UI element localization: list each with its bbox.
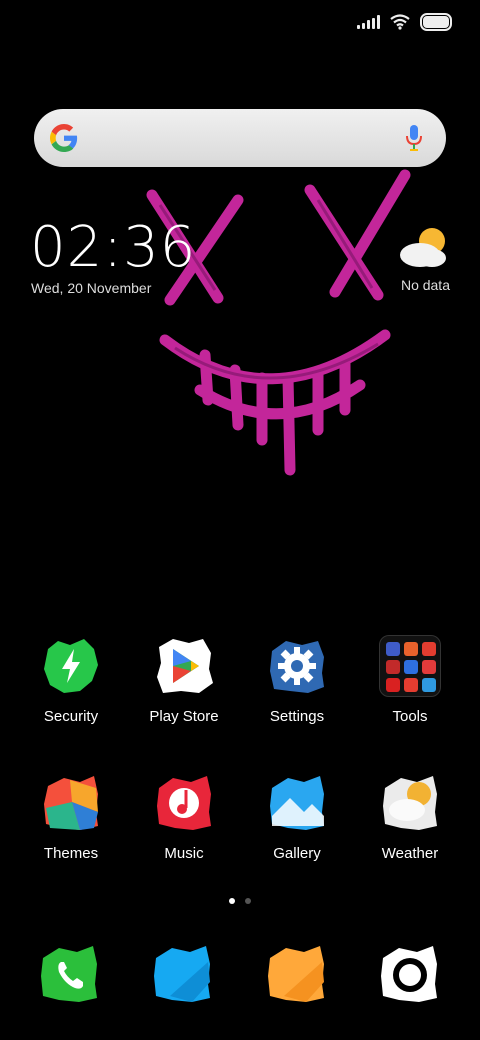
dock-camera[interactable]: [375, 940, 445, 1010]
app-settings[interactable]: Settings: [242, 634, 352, 725]
app-label: Security: [43, 708, 99, 725]
dock-phone[interactable]: [35, 940, 105, 1010]
app-label: Settings: [269, 708, 325, 725]
clock-time[interactable]: 02:36: [30, 218, 196, 278]
app-play-store[interactable]: Play Store: [129, 634, 239, 725]
partly-cloudy-icon: [400, 228, 446, 267]
app-label: Tools: [392, 708, 428, 725]
google-g-logo: [50, 124, 78, 152]
app-music[interactable]: Music: [129, 771, 239, 862]
status-bar: [357, 10, 452, 34]
app-label: Music: [164, 845, 204, 862]
play-store-icon: [152, 634, 216, 698]
browser-icon: [268, 946, 324, 1002]
app-tools-folder[interactable]: Tools: [355, 634, 465, 725]
security-bolt-icon: [39, 634, 103, 698]
themes-icon: [39, 771, 103, 835]
music-note-icon: [152, 771, 216, 835]
app-label: Weather: [381, 845, 439, 862]
wifi-icon: [390, 14, 410, 30]
weather-status-text: No data: [400, 277, 450, 293]
weather-icon: [378, 771, 442, 835]
clock-date[interactable]: Wed, 20 November: [31, 280, 151, 296]
gallery-icon: [265, 771, 329, 835]
app-label: Gallery: [273, 845, 321, 862]
messages-icon: [154, 946, 210, 1002]
signal-bars-icon: [357, 15, 380, 29]
camera-icon: [381, 946, 437, 1002]
google-search-bar[interactable]: [34, 109, 446, 167]
app-weather[interactable]: Weather: [355, 771, 465, 862]
dock-messages[interactable]: [148, 940, 218, 1010]
page-dot[interactable]: [245, 898, 251, 904]
app-label: Play Store: [149, 708, 219, 725]
weather-widget[interactable]: No data: [390, 225, 450, 293]
dock-browser[interactable]: [262, 940, 332, 1010]
home-screen: 02:36 Wed, 20 November No data Security: [0, 0, 480, 1040]
page-indicator: [0, 898, 480, 904]
battery-icon: [420, 13, 452, 31]
page-dot-active[interactable]: [229, 898, 235, 904]
mic-icon[interactable]: [404, 124, 424, 152]
phone-icon: [41, 946, 97, 1002]
app-label: Themes: [43, 845, 99, 862]
settings-gear-icon: [265, 634, 329, 698]
app-themes[interactable]: Themes: [16, 771, 126, 862]
app-gallery[interactable]: Gallery: [242, 771, 352, 862]
tools-folder-icon: [378, 634, 442, 698]
app-security[interactable]: Security: [16, 634, 126, 725]
